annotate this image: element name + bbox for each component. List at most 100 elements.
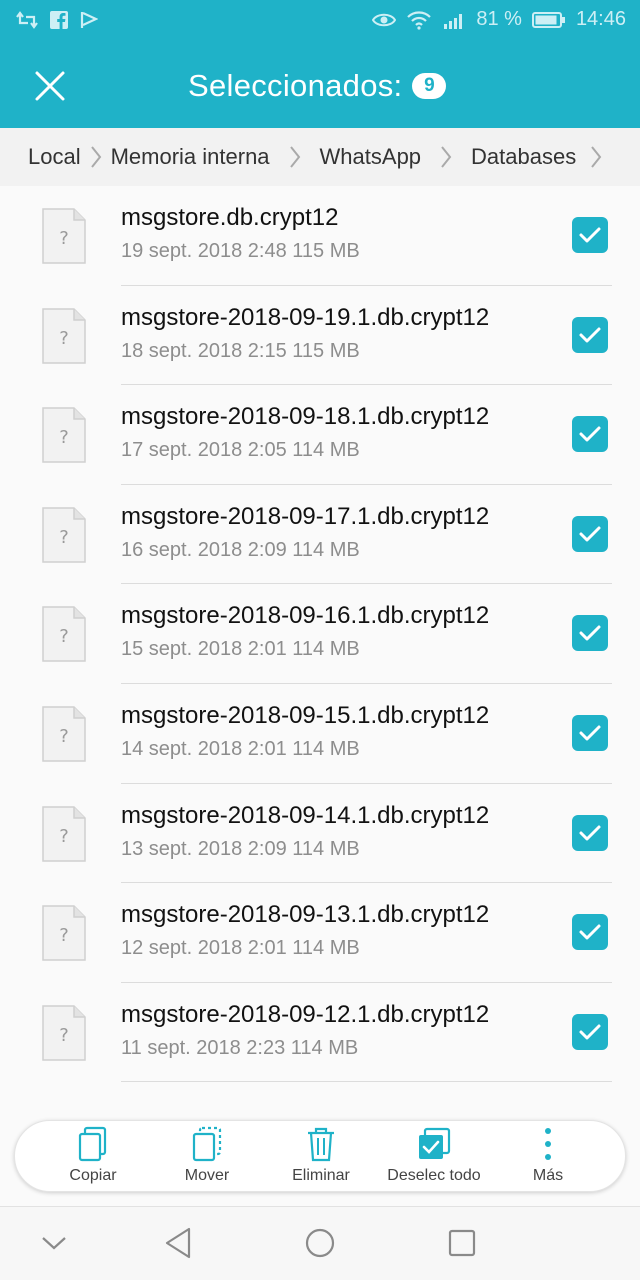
recents-icon — [448, 1229, 476, 1257]
chevron-right-icon — [270, 145, 320, 169]
breadcrumb: Local Memoria interna WhatsApp Databases — [0, 128, 640, 186]
file-meta: 19 sept. 2018 2:48 115 MB — [121, 240, 360, 262]
file-meta: 17 sept. 2018 2:05 114 MB — [121, 439, 360, 462]
close-icon — [35, 71, 65, 101]
unknown-file-icon: ? — [42, 706, 86, 762]
close-button[interactable] — [22, 58, 78, 114]
deselect-all-button[interactable]: Deselec todo — [379, 1125, 489, 1189]
file-row[interactable]: ? msgstore-2018-09-17.1.db.crypt12 16 se… — [0, 485, 640, 585]
file-meta: 18 sept. 2018 2:15 115 MB — [121, 339, 360, 362]
chevron-down-icon — [42, 1237, 66, 1250]
delete-label: Eliminar — [292, 1167, 350, 1184]
file-row[interactable]: ? msgstore-2018-09-13.1.db.crypt12 12 se… — [0, 883, 640, 983]
svg-text:?: ? — [59, 228, 69, 249]
svg-text:?: ? — [59, 826, 69, 847]
breadcrumb-databases[interactable]: Databases — [471, 144, 576, 170]
file-meta: 16 sept. 2018 2:09 114 MB — [121, 538, 360, 561]
deselect-all-label: Deselec todo — [387, 1167, 481, 1184]
file-name: msgstore.db.crypt12 — [121, 204, 339, 231]
status-bar-left — [16, 10, 98, 30]
file-name: msgstore-2018-09-16.1.db.crypt12 — [121, 602, 490, 630]
home-icon — [305, 1228, 335, 1258]
file-row[interactable]: ? msgstore-2018-09-19.1.db.crypt12 18 se… — [0, 286, 640, 386]
check-icon — [579, 327, 601, 343]
check-icon — [579, 426, 601, 442]
deselect-all-icon — [419, 1127, 451, 1159]
file-meta: 15 sept. 2018 2:01 114 MB — [121, 638, 360, 661]
delete-button[interactable]: Eliminar — [266, 1125, 376, 1189]
unknown-file-icon: ? — [42, 606, 86, 663]
flag-icon — [80, 12, 98, 28]
unknown-file-icon: ? — [42, 407, 86, 463]
file-row[interactable]: ? msgstore.db.crypt12 19 sept. 2018 2:48… — [0, 186, 640, 286]
battery-percentage: 81 % — [476, 8, 522, 30]
file-checkbox[interactable] — [572, 814, 608, 851]
copy-icon — [78, 1126, 107, 1162]
more-button[interactable]: Más — [493, 1125, 603, 1189]
check-icon — [579, 725, 601, 741]
back-button[interactable] — [156, 1223, 200, 1263]
file-name: msgstore-2018-09-18.1.db.crypt12 — [121, 403, 490, 431]
battery-icon — [531, 11, 565, 28]
action-bar: Copiar Mover Eliminar Deselec todo Más — [14, 1120, 626, 1192]
check-icon — [579, 924, 601, 940]
file-checkbox[interactable] — [572, 217, 608, 253]
copy-button[interactable]: Copiar — [38, 1125, 148, 1189]
file-checkbox[interactable] — [572, 316, 608, 353]
breadcrumb-local[interactable]: Local — [28, 144, 81, 170]
file-checkbox[interactable] — [572, 416, 608, 453]
unknown-file-icon: ? — [42, 307, 86, 364]
chevron-right-icon — [81, 145, 111, 169]
status-bar-right: 81 % 14:46 — [372, 8, 626, 31]
unknown-file-icon: ? — [42, 507, 86, 563]
file-name: msgstore-2018-09-14.1.db.crypt12 — [121, 801, 490, 829]
move-button[interactable]: Mover — [152, 1125, 262, 1189]
file-name: msgstore-2018-09-19.1.db.crypt12 — [121, 303, 490, 331]
file-checkbox[interactable] — [572, 914, 608, 951]
file-name: msgstore-2018-09-12.1.db.crypt12 — [121, 1000, 490, 1028]
page-title: Seleccionados: — [188, 68, 403, 103]
file-checkbox[interactable] — [572, 1013, 608, 1050]
file-checkbox[interactable] — [572, 714, 608, 751]
unknown-file-icon: ? — [42, 1005, 86, 1061]
eye-icon — [372, 13, 397, 26]
file-name: msgstore-2018-09-17.1.db.crypt12 — [121, 502, 490, 530]
svg-text:?: ? — [59, 328, 69, 349]
check-icon — [579, 227, 601, 243]
unknown-file-icon: ? — [42, 905, 86, 961]
collapse-button[interactable] — [32, 1223, 76, 1263]
file-checkbox[interactable] — [572, 515, 608, 552]
breadcrumb-whatsapp[interactable]: WhatsApp — [320, 144, 422, 170]
breadcrumb-memoria-interna[interactable]: Memoria interna — [111, 144, 270, 170]
file-row[interactable]: ? msgstore-2018-09-12.1.db.crypt12 11 se… — [0, 983, 640, 1083]
file-name: msgstore-2018-09-13.1.db.crypt12 — [121, 901, 490, 929]
title-group: Seleccionados: 9 — [188, 68, 447, 104]
file-meta: 11 sept. 2018 2:23 114 MB — [121, 1036, 359, 1059]
home-button[interactable] — [298, 1223, 342, 1263]
back-icon — [165, 1227, 191, 1259]
file-checkbox[interactable] — [572, 615, 608, 652]
file-row[interactable]: ? msgstore-2018-09-18.1.db.crypt12 17 se… — [0, 385, 640, 485]
svg-text:?: ? — [59, 726, 69, 747]
file-meta: 13 sept. 2018 2:09 114 MB — [121, 837, 360, 860]
check-icon — [579, 625, 601, 641]
file-row[interactable]: ? msgstore-2018-09-16.1.db.crypt12 15 se… — [0, 584, 640, 684]
check-icon — [579, 825, 601, 841]
svg-text:?: ? — [59, 925, 69, 946]
more-label: Más — [532, 1167, 564, 1184]
file-row[interactable]: ? msgstore-2018-09-15.1.db.crypt12 14 se… — [0, 684, 640, 784]
divider — [121, 1081, 612, 1083]
facebook-icon — [50, 11, 68, 29]
file-meta: 14 sept. 2018 2:01 114 MB — [121, 737, 360, 760]
check-icon — [579, 526, 601, 542]
recents-button[interactable] — [440, 1223, 484, 1263]
move-icon — [192, 1126, 222, 1162]
file-meta: 12 sept. 2018 2:01 114 MB — [121, 937, 360, 960]
signal-icon — [444, 13, 463, 29]
check-icon — [579, 1024, 601, 1040]
svg-text:?: ? — [59, 427, 69, 448]
status-bar: 81 % 14:46 — [0, 0, 640, 44]
unknown-file-icon: ? — [42, 208, 86, 264]
copy-label: Copiar — [69, 1167, 117, 1184]
file-row[interactable]: ? msgstore-2018-09-14.1.db.crypt12 13 se… — [0, 784, 640, 884]
